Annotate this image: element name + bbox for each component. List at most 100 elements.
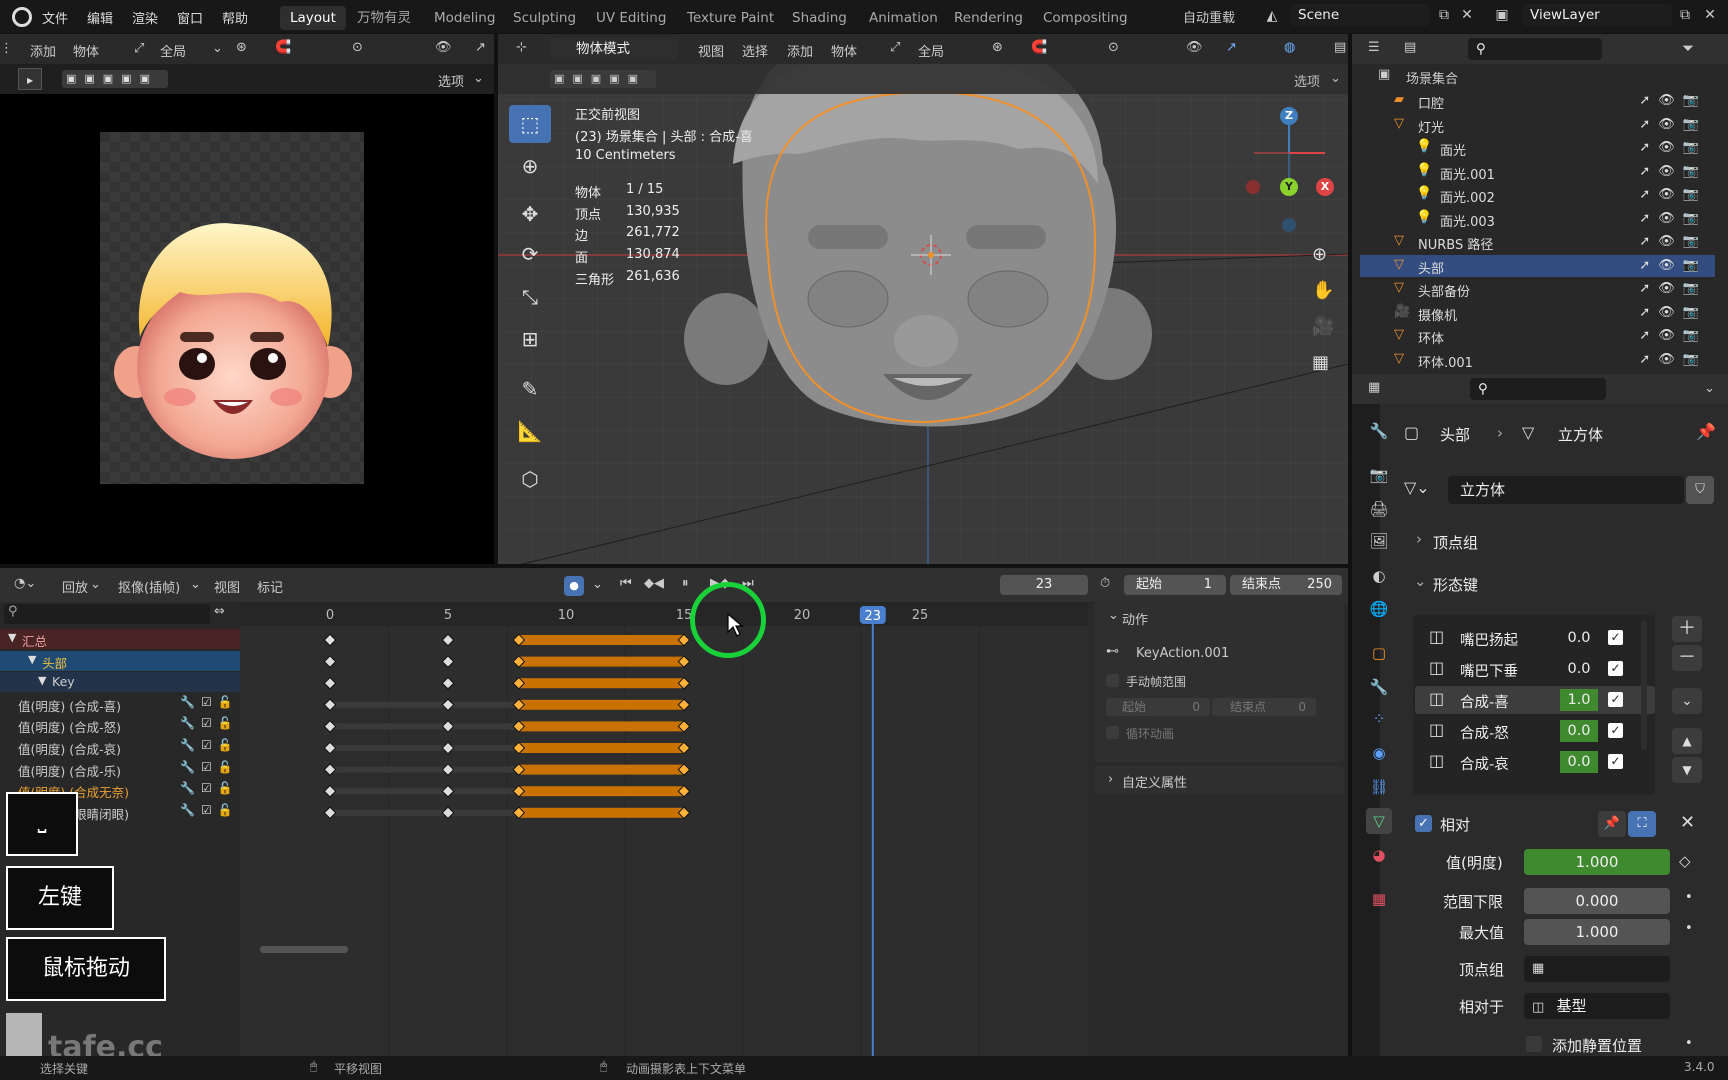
shape-key-mute-checkbox[interactable]: ✓ [1608, 692, 1623, 707]
outliner-item-name[interactable]: 面光.003 [1440, 211, 1495, 230]
measure-tool-icon[interactable]: 📐 [509, 412, 551, 450]
gizmo-y-axis[interactable]: Y [1280, 178, 1298, 196]
shape-key-value[interactable]: 0.0 [1560, 658, 1598, 680]
constraints-tab-icon[interactable]: ⛓ [1366, 774, 1392, 800]
anim-dot-icon[interactable]: • [1685, 921, 1693, 936]
tab-wanwu[interactable]: 万物有灵 [347, 6, 421, 30]
shape-key-row[interactable]: ◫ 合成-怒 0.0 ✓ [1415, 717, 1655, 745]
shape-key-name[interactable]: 合成-喜 [1460, 691, 1509, 712]
menu-file[interactable]: 文件 [42, 8, 68, 27]
outliner-item-name[interactable]: 面光 [1440, 140, 1466, 159]
left-menu-object[interactable]: 物体 [73, 41, 99, 60]
ortho-grid-icon[interactable]: ▦ [1312, 352, 1329, 373]
channel-toggle-icons[interactable]: 🔧☑🔓 [180, 760, 239, 774]
outliner-item-name[interactable]: 环体.001 [1418, 352, 1473, 371]
section-expanded-icon[interactable]: ⌄ [1414, 572, 1427, 590]
start-frame-field[interactable]: 起始 1 [1124, 575, 1226, 595]
breadcrumb-data[interactable]: 立方体 [1558, 424, 1603, 445]
vgroup-field[interactable]: ▦ [1524, 956, 1670, 982]
channel-name[interactable]: 值(明度) (合成-乐) [18, 761, 121, 780]
keyframe-canvas[interactable]: 0 5 10 15 20 2523 [240, 602, 1088, 1064]
properties-editor-icon[interactable]: ▦ [1368, 380, 1380, 395]
menu-help[interactable]: 帮助 [222, 8, 248, 27]
blender-logo-icon[interactable] [12, 7, 32, 27]
transform-tool-icon[interactable]: ⊞ [509, 320, 551, 358]
shape-lock-icon[interactable]: 📌 [1598, 811, 1626, 837]
select-mode-icons[interactable]: ▣▣▣▣▣ [62, 70, 168, 88]
outliner-item-name[interactable]: 灯光 [1418, 117, 1444, 136]
filter-icon[interactable]: ⏷ [1682, 39, 1694, 57]
tab-modeling[interactable]: Modeling [424, 6, 505, 30]
outliner-row[interactable]: 💡 面光.001 ➚👁📷 [1360, 161, 1715, 183]
scene-field[interactable]: Scene [1290, 4, 1430, 26]
gizmo-neg-x-axis[interactable] [1246, 180, 1260, 194]
restriction-toggle-icons[interactable]: ➚👁📷 [1639, 140, 1707, 155]
select-box-tool-icon[interactable]: ⬚ [509, 105, 551, 143]
cursor-tool-icon[interactable]: ⊕ [509, 147, 551, 185]
action-start-field[interactable]: 起始 0 [1106, 698, 1210, 716]
gizmo-icon[interactable]: ↗ [475, 40, 486, 55]
material-tab-icon[interactable]: ◕ [1366, 842, 1392, 868]
channel-row[interactable]: 头部 ▼ [0, 650, 240, 672]
mesh-data-tab-icon[interactable]: ▽ [1366, 808, 1392, 834]
channel-row[interactable]: 值(明度) (合成-怒) 🔧☑🔓 [0, 715, 240, 735]
keyframe-diamond-icon[interactable]: ◇ [1679, 852, 1691, 870]
keying-menu[interactable]: 抠像(插帧) [118, 577, 180, 596]
channel-toggle-icons[interactable]: 🔧☑🔓 [180, 738, 239, 752]
shape-key-name[interactable]: 嘴巴下垂 [1460, 660, 1518, 681]
left-viewport[interactable]: ⋮ 添加 物体 ⤢ 全局 ⌄ ⊛ 🧲 ⊙ 👁 ↗ ▸ ▣▣▣▣▣ 选项 ⌄ [0, 34, 494, 564]
relative-checkbox[interactable]: ✓ [1415, 815, 1432, 832]
action-end-field[interactable]: 结束点 0 [1212, 698, 1316, 716]
shape-key-value[interactable]: 0.0 [1560, 751, 1598, 773]
display-mode-icon[interactable]: ▤ [1404, 40, 1416, 55]
shape-key-value[interactable]: 0.0 [1560, 720, 1598, 742]
section-collapsed-icon[interactable]: › [1416, 530, 1422, 548]
expand-arrow-icon[interactable]: ▼ [8, 631, 16, 644]
outliner-item-name[interactable]: 口腔 [1418, 93, 1444, 112]
world-tab-icon[interactable]: 🌐 [1366, 596, 1392, 622]
channel-name[interactable]: 值(明度) (合成-哀) [18, 739, 121, 758]
action-panel-title[interactable]: 动作 [1122, 609, 1148, 628]
outliner-row[interactable]: 💡 面光.003 ➚👁📷 [1360, 208, 1715, 230]
outliner-row[interactable]: ▰ 口腔 ➚👁📷 [1360, 90, 1715, 112]
tab-shading[interactable]: Shading [782, 6, 857, 30]
chevron-down-icon[interactable]: ⌄ [1330, 71, 1341, 86]
outliner-root[interactable]: 场景集合 [1406, 68, 1458, 87]
section-vertex-groups[interactable]: 顶点组 [1433, 532, 1478, 553]
move-down-button[interactable]: ▼ [1672, 757, 1702, 783]
panel-expand-icon[interactable]: ⌄ [1108, 608, 1119, 623]
restriction-toggle-icons[interactable]: ➚👁📷 [1639, 328, 1707, 343]
outliner-item-name[interactable]: 面光.001 [1440, 164, 1495, 183]
action-name[interactable]: KeyAction.001 [1136, 646, 1229, 661]
channel-name[interactable]: 头部 [42, 653, 67, 672]
menu-add[interactable]: 添加 [787, 41, 813, 60]
gizmo-toggle-icon[interactable]: ↗ [1226, 40, 1237, 55]
outliner-item-name[interactable]: 环体 [1418, 328, 1444, 347]
menu-edit[interactable]: 编辑 [87, 8, 113, 27]
shape-key-row[interactable]: ◫ 合成-哀 0.0 ✓ [1415, 748, 1655, 776]
channel-name[interactable]: Key [52, 674, 75, 689]
mode-select[interactable]: 物体模式 [550, 38, 678, 60]
channel-row[interactable]: 值(明度) (合成-喜) 🔧☑🔓 [0, 694, 240, 714]
shape-key-name[interactable]: 嘴巴扬起 [1460, 629, 1518, 650]
left-menu-add[interactable]: 添加 [30, 41, 56, 60]
add-rest-checkbox[interactable] [1526, 1036, 1542, 1052]
shape-key-name[interactable]: 合成-哀 [1460, 753, 1509, 774]
restriction-toggle-icons[interactable]: ➚👁📷 [1639, 211, 1707, 226]
restriction-toggle-icons[interactable]: ➚👁📷 [1639, 305, 1707, 320]
snap-icon[interactable]: 🧲 [275, 40, 291, 55]
move-tool-icon[interactable]: ✥ [509, 195, 551, 233]
playback-menu[interactable]: 回放 [62, 577, 88, 596]
chevron-down-icon[interactable]: ⌄ [592, 577, 603, 592]
restriction-toggle-icons[interactable]: ➚👁📷 [1639, 234, 1707, 249]
restriction-toggle-icons[interactable]: ➚👁📷 [1639, 352, 1707, 367]
view-layer-tab-icon[interactable]: 🖼 [1366, 528, 1392, 554]
shape-key-mute-checkbox[interactable]: ✓ [1608, 723, 1623, 738]
outliner-row[interactable]: ▽ NURBS 路径 ➚👁📷 [1360, 231, 1715, 253]
menu-view[interactable]: 视图 [698, 41, 724, 60]
viewport-options-menu[interactable]: 选项 [1294, 71, 1320, 90]
record-button[interactable]: ● [564, 576, 584, 596]
select-mode-icons[interactable]: ▣▣▣▣▣ [550, 70, 656, 88]
channel-search[interactable]: ⚲ [4, 604, 210, 624]
pivot-icon[interactable]: ⊛ [236, 40, 247, 55]
